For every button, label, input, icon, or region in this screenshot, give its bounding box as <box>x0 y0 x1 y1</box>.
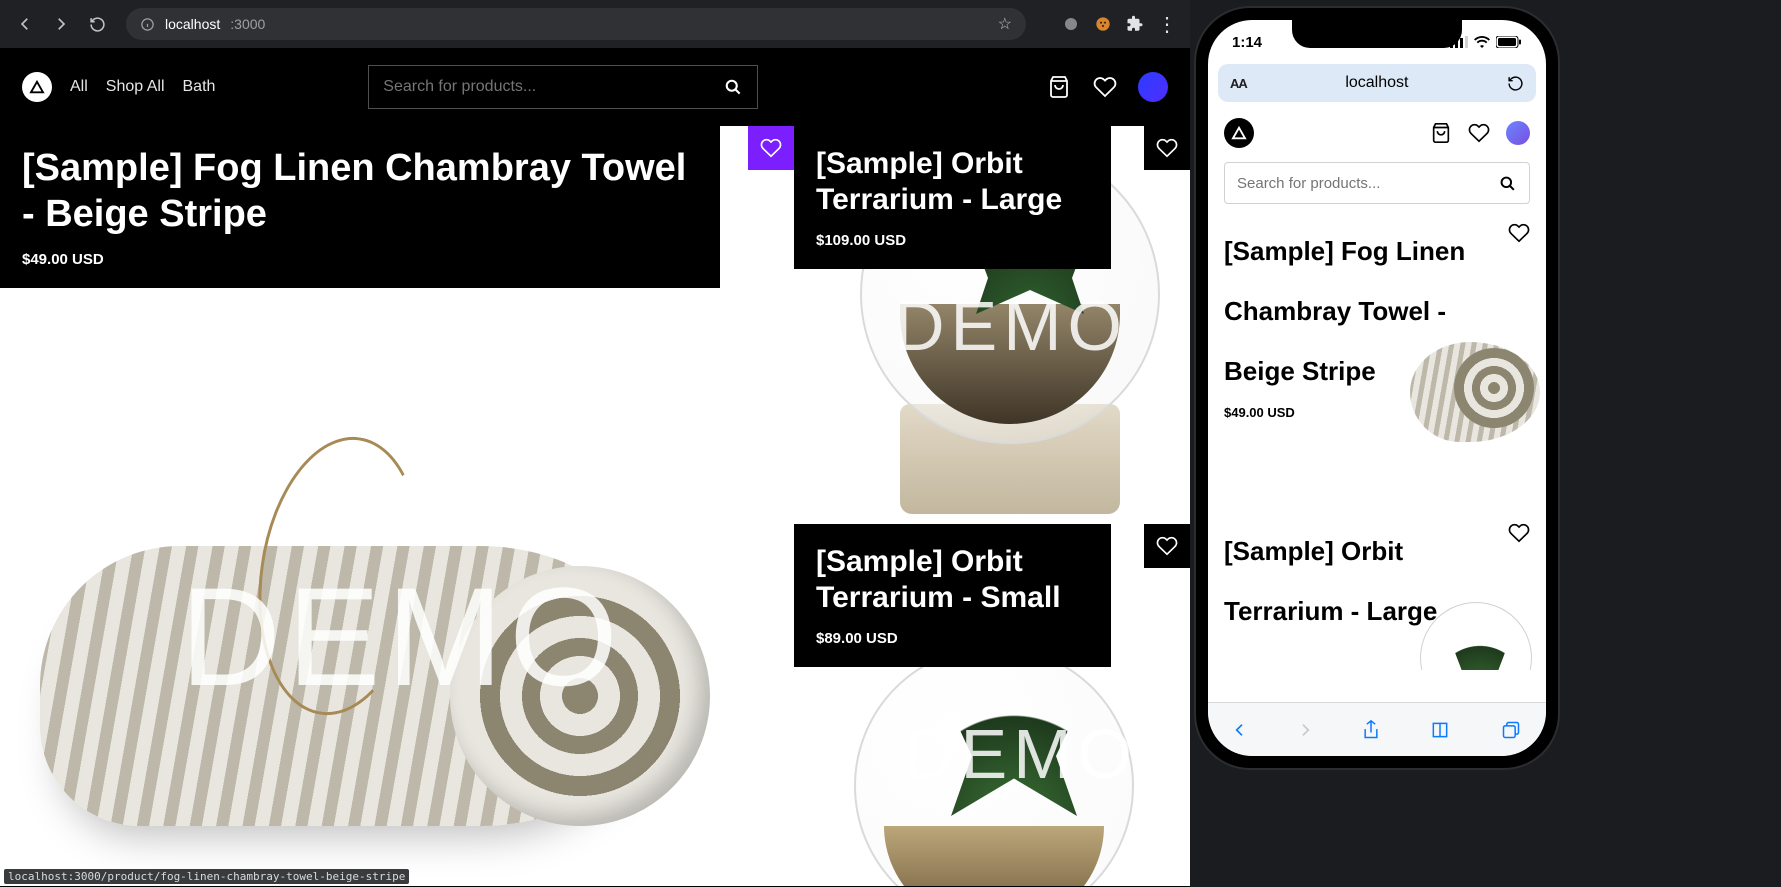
product-title: [Sample] Fog Linen Chambray Towel - Beig… <box>22 146 698 237</box>
search-input[interactable] <box>383 78 723 96</box>
product-grid: DEMO [Sample] Fog Linen Chambray Towel -… <box>0 126 1190 886</box>
wishlist-button[interactable] <box>1092 74 1118 100</box>
mobile-safari-toolbar <box>1208 702 1546 756</box>
extensions-puzzle-icon[interactable] <box>1124 13 1146 35</box>
product-title: [Sample] Orbit Terrarium - Large <box>816 146 1089 218</box>
mobile-wishlist-toggle[interactable] <box>1508 522 1530 544</box>
mobile-wishlist-toggle[interactable] <box>1508 222 1530 244</box>
mobile-reload-icon[interactable] <box>1507 75 1524 92</box>
product-label: [Sample] Fog Linen Chambray Towel - Beig… <box>0 126 720 288</box>
page-content: All Shop All Bath <box>0 48 1190 887</box>
extension-icon-1[interactable] <box>1060 13 1082 35</box>
product-price: $49.00 USD <box>22 251 698 268</box>
desktop-browser-window: localhost :3000 ☆ ⋮ All Shop All Bath <box>0 0 1190 887</box>
browser-back-button[interactable] <box>12 11 38 37</box>
battery-icon <box>1496 36 1522 48</box>
product-label: [Sample] Orbit Terrarium - Small $89.00 … <box>794 524 1111 667</box>
wishlist-toggle[interactable] <box>748 126 794 170</box>
user-avatar[interactable] <box>1138 72 1168 102</box>
url-path: :3000 <box>230 16 265 32</box>
mobile-device-frame: 1:14 AA localhost <box>1196 8 1558 768</box>
nav-link-all[interactable]: All <box>70 78 88 96</box>
mobile-bookmarks-button[interactable] <box>1429 720 1451 740</box>
product-label: [Sample] Orbit Terrarium - Large $109.00… <box>794 126 1111 269</box>
mobile-user-avatar[interactable] <box>1506 121 1530 145</box>
browser-forward-button[interactable] <box>48 11 74 37</box>
mobile-product-card-towel[interactable]: [Sample] Fog Linen Chambray Towel - Beig… <box>1224 222 1530 462</box>
site-header: All Shop All Bath <box>0 48 1190 126</box>
mobile-url-host: localhost <box>1257 74 1497 92</box>
browser-toolbar: localhost :3000 ☆ ⋮ <box>0 0 1190 48</box>
product-card-towel[interactable]: DEMO [Sample] Fog Linen Chambray Towel -… <box>0 126 794 886</box>
mobile-share-button[interactable] <box>1361 719 1381 741</box>
site-info-icon <box>140 17 155 32</box>
wishlist-toggle[interactable] <box>1144 126 1190 170</box>
nav-link-shop-all[interactable]: Shop All <box>106 78 165 96</box>
device-notch <box>1292 20 1462 48</box>
product-card-terrarium-small[interactable]: DEMO [Sample] Orbit Terrarium - Small $8… <box>794 524 1190 886</box>
url-host: localhost <box>165 16 220 32</box>
mobile-product-thumb <box>1410 342 1540 442</box>
browser-address-bar[interactable]: localhost :3000 ☆ <box>126 8 1026 40</box>
mobile-back-button[interactable] <box>1232 720 1248 740</box>
wifi-icon <box>1474 36 1490 48</box>
extension-icon-2[interactable] <box>1092 13 1114 35</box>
browser-reload-button[interactable] <box>84 11 110 37</box>
mobile-cart-button[interactable] <box>1430 122 1452 144</box>
mobile-wishlist-button[interactable] <box>1468 122 1490 144</box>
reader-mode-icon[interactable]: AA <box>1230 76 1247 91</box>
mobile-screen: 1:14 AA localhost <box>1208 20 1546 756</box>
mobile-search-input[interactable] <box>1237 175 1498 192</box>
cart-button[interactable] <box>1046 74 1072 100</box>
mobile-search-icon[interactable] <box>1498 174 1517 193</box>
product-price: $109.00 USD <box>816 232 1089 249</box>
bookmark-star-icon[interactable]: ☆ <box>998 14 1012 34</box>
status-time: 1:14 <box>1232 34 1262 51</box>
browser-menu-button[interactable]: ⋮ <box>1156 13 1178 35</box>
mobile-url-bar[interactable]: AA localhost <box>1218 64 1536 102</box>
search-box[interactable] <box>368 65 758 109</box>
product-card-terrarium-large[interactable]: DEMO [Sample] Orbit Terrarium - Large $1… <box>794 126 1190 524</box>
mobile-page-content: [Sample] Fog Linen Chambray Towel - Beig… <box>1208 110 1546 670</box>
wishlist-toggle[interactable] <box>1144 524 1190 568</box>
mobile-site-logo[interactable] <box>1224 118 1254 148</box>
product-title: [Sample] Orbit Terrarium - Small <box>816 544 1089 616</box>
product-price: $89.00 USD <box>816 630 1089 647</box>
mobile-search-box[interactable] <box>1224 162 1530 204</box>
browser-status-link: localhost:3000/product/fog-linen-chambra… <box>4 869 409 884</box>
mobile-product-thumb <box>1410 602 1540 670</box>
search-icon[interactable] <box>723 77 743 97</box>
mobile-forward-button[interactable] <box>1297 720 1313 740</box>
mobile-tabs-button[interactable] <box>1500 720 1522 740</box>
mobile-site-header <box>1224 110 1530 162</box>
nav-link-bath[interactable]: Bath <box>183 78 216 96</box>
site-logo[interactable] <box>22 72 52 102</box>
mobile-product-card-terrarium[interactable]: [Sample] Orbit Terrarium - Large <box>1224 522 1530 670</box>
